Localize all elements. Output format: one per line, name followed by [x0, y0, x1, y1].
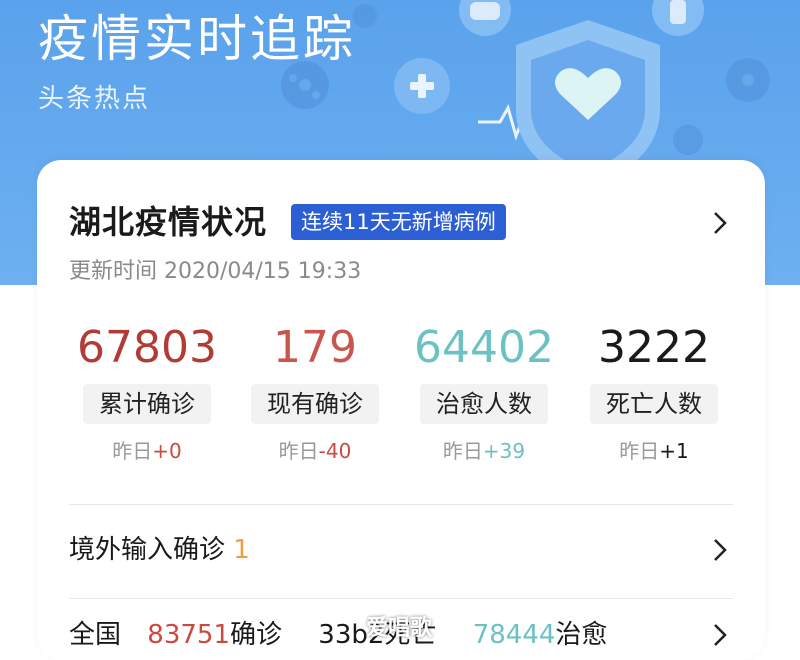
- national-row[interactable]: 全国 83751确诊 33b2死亡 78444治愈: [69, 618, 607, 652]
- stat-yesterday: 昨日+1: [569, 438, 739, 464]
- stat-label: 累计确诊: [83, 384, 211, 424]
- stat-label: 死亡人数: [590, 384, 718, 424]
- yesterday-delta: +1: [659, 439, 689, 463]
- yesterday-label: 昨日: [619, 439, 660, 463]
- hubei-status-card: 湖北疫情状况 连续11天无新增病例 更新时间 2020/04/15 19:33 …: [37, 160, 765, 660]
- page-subtitle: 头条热点: [38, 84, 151, 114]
- stat-cured: 64402 治愈人数 昨日+39: [399, 320, 569, 464]
- yesterday-delta: +0: [152, 439, 182, 463]
- national-confirmed-label: 确诊: [230, 620, 283, 650]
- stat-value: 3222: [598, 322, 710, 373]
- imported-cases-row[interactable]: 境外输入确诊 1: [69, 533, 250, 567]
- status-badge: 连续11天无新增病例: [291, 204, 506, 240]
- stat-value: 179: [273, 322, 357, 373]
- stat-yesterday: 昨日+0: [62, 438, 232, 464]
- virus-icon: [726, 58, 770, 102]
- bottle-icon: [652, 0, 704, 36]
- chevron-right-icon[interactable]: [710, 537, 730, 563]
- stat-value: 64402: [414, 322, 554, 373]
- imported-label: 境外输入确诊: [69, 535, 226, 565]
- update-time: 更新时间 2020/04/15 19:33: [69, 259, 362, 284]
- stat-total-confirmed: 67803 累计确诊 昨日+0: [62, 320, 232, 464]
- yesterday-label: 昨日: [442, 439, 483, 463]
- stat-label: 现有确诊: [251, 384, 379, 424]
- stat-deaths: 3222 死亡人数 昨日+1: [569, 320, 739, 464]
- page-title: 疫情实时追踪: [38, 10, 356, 68]
- imported-value: 1: [233, 535, 250, 565]
- stats-row: 67803 累计确诊 昨日+0 179 现有确诊 昨日-40 64402 治愈人…: [37, 320, 765, 470]
- stat-value: 67803: [77, 322, 217, 373]
- plus-icon: [394, 58, 450, 114]
- yesterday-delta: +39: [482, 439, 526, 463]
- stat-label: 治愈人数: [420, 384, 548, 424]
- mask-icon: [459, 0, 511, 36]
- yesterday-delta: -40: [318, 439, 352, 463]
- stat-yesterday: 昨日+39: [399, 438, 569, 464]
- national-cured-value: 78444: [472, 620, 556, 650]
- stat-yesterday: 昨日-40: [230, 438, 400, 464]
- divider: [69, 504, 733, 505]
- virus-icon: [353, 4, 377, 28]
- yesterday-label: 昨日: [112, 439, 153, 463]
- yesterday-label: 昨日: [278, 439, 319, 463]
- virus-icon: [673, 125, 703, 155]
- watermark: 爱唱歌: [366, 616, 433, 641]
- national-label: 全国: [69, 620, 122, 650]
- divider: [69, 598, 733, 599]
- chevron-right-icon[interactable]: [710, 622, 730, 648]
- chevron-right-icon[interactable]: [710, 210, 730, 236]
- national-confirmed-value: 83751: [147, 620, 230, 650]
- stat-current-confirmed: 179 现有确诊 昨日-40: [230, 320, 400, 464]
- card-title[interactable]: 湖北疫情状况: [69, 202, 267, 242]
- national-cured-label: 治愈: [555, 620, 608, 650]
